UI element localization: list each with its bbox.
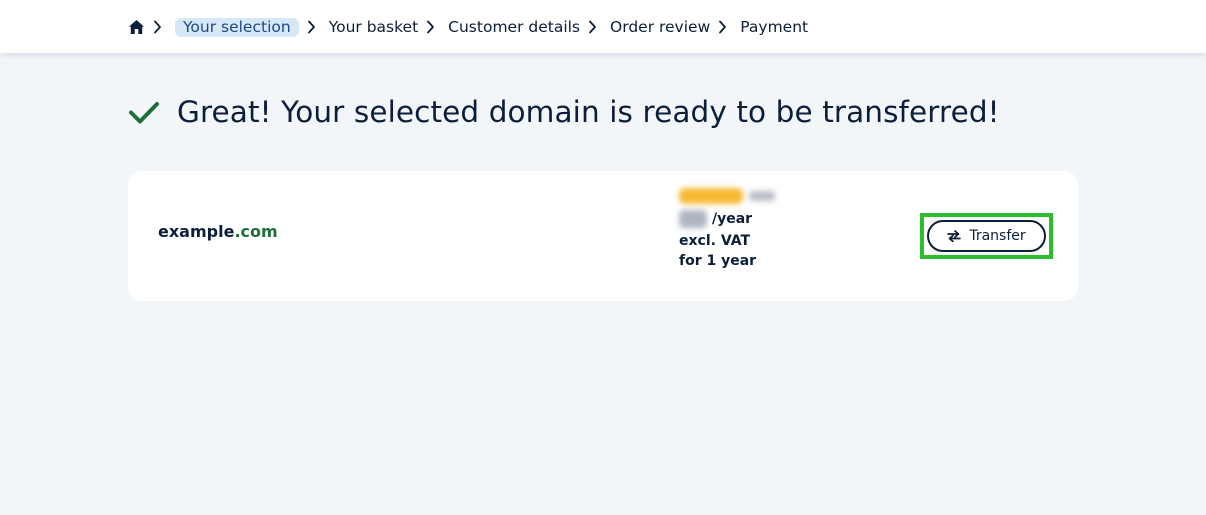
breadcrumb-order-review[interactable]: Order review [610,18,710,36]
chevron-right-icon [718,20,730,34]
redacted-old-price [749,191,775,201]
check-icon [128,96,160,128]
transfer-button-label: Transfer [969,228,1026,244]
price-block: /year excl. VAT for 1 year [679,185,799,271]
chevron-right-icon [588,20,600,34]
domain-name: example.com [158,222,278,241]
breadcrumb-your-selection[interactable]: Your selection [175,17,299,37]
breadcrumb-payment[interactable]: Payment [740,18,808,36]
home-icon[interactable] [128,19,145,36]
old-price-redacted [679,185,799,207]
transfer-arrows-icon [947,230,962,242]
page-title: Great! Your selected domain is ready to … [177,95,1000,129]
price-period: /year [712,211,753,227]
breadcrumb-customer-details[interactable]: Customer details [448,18,580,36]
transfer-highlight: Transfer [920,213,1053,259]
breadcrumb: Your selection Your basket Customer deta… [128,16,808,38]
vat-note: excl. VAT [679,233,750,249]
redacted-promo-price [679,188,743,204]
domain-result-card: example.com /year excl. VAT for 1 year T… [128,171,1078,301]
domain-tld: .com [234,222,278,241]
chevron-right-icon [307,20,319,34]
price-row: /year [679,207,799,231]
page-heading: Great! Your selected domain is ready to … [128,92,1000,132]
transfer-button[interactable]: Transfer [927,220,1046,252]
chevron-right-icon [426,20,438,34]
domain-name-label: example [158,222,235,241]
billing-period: for 1 year [679,253,757,269]
top-bar: Your selection Your basket Customer deta… [0,0,1206,53]
breadcrumb-your-basket[interactable]: Your basket [329,18,418,36]
chevron-right-icon [153,20,165,34]
redacted-price [679,210,707,228]
